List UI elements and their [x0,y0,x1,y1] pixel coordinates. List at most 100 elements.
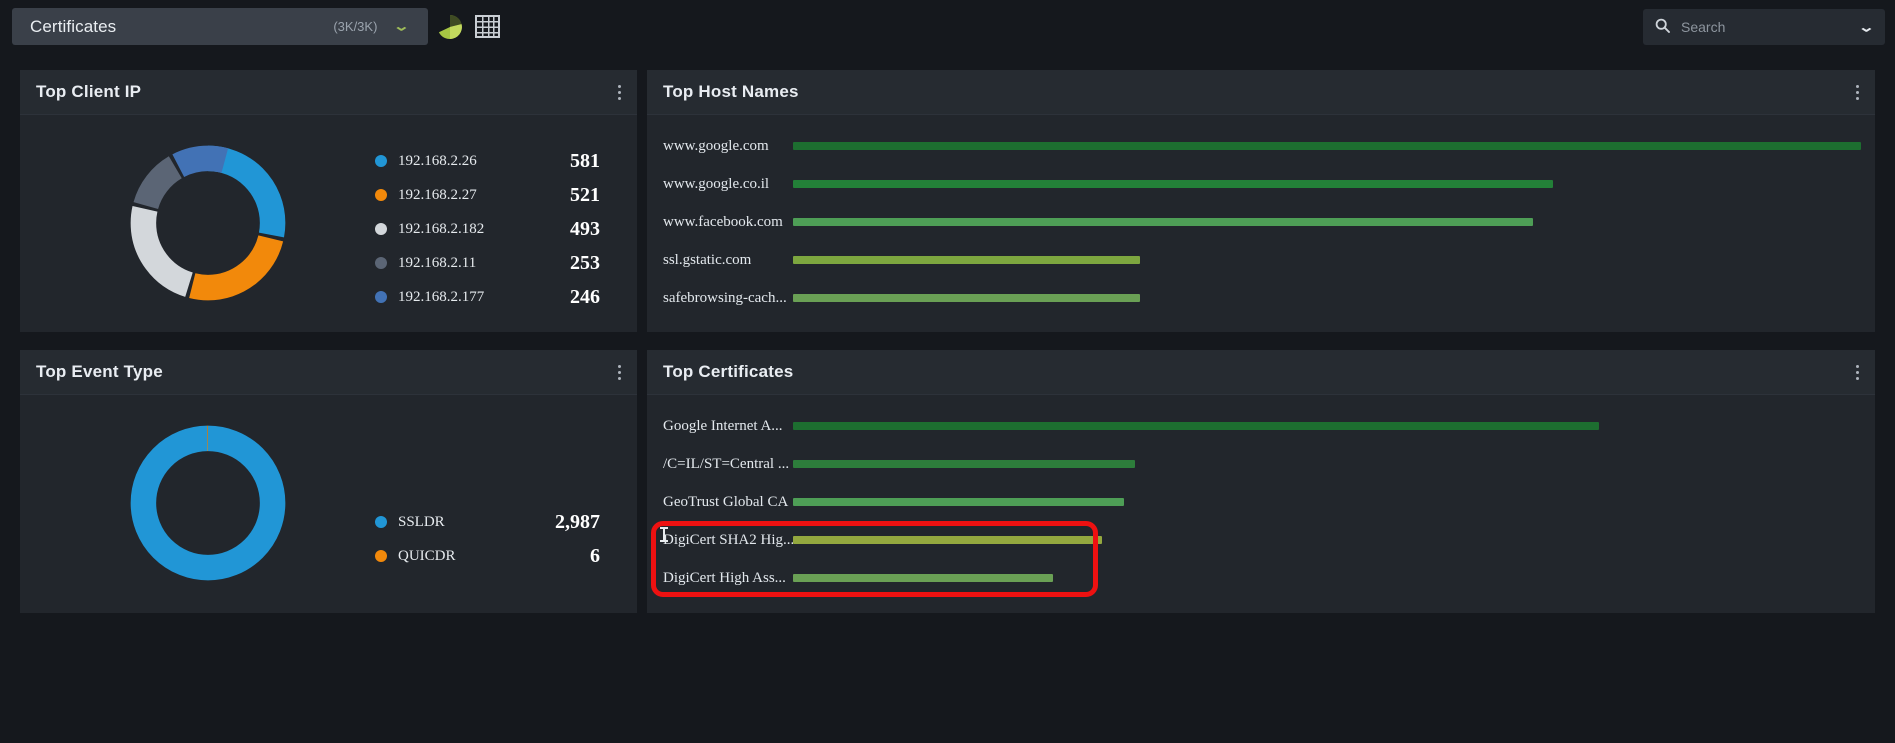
panel-title: Top Certificates [663,362,794,381]
table-row[interactable]: DigiCert SHA2 Hig... [663,521,1861,559]
kebab-menu-icon[interactable] [617,84,621,100]
bar-fill [793,294,1141,302]
table-row[interactable]: DigiCert High Ass... [663,559,1861,597]
list-item[interactable]: 192.168.2.177 246 [375,280,600,314]
panel-body: www.google.com www.google.co.il www.face… [647,115,1875,333]
chevron-down-icon[interactable]: ⌄ [1858,18,1875,36]
kebab-menu-icon[interactable] [1855,364,1859,380]
bar-track [793,483,1861,521]
bar-fill [793,256,1141,264]
bar-label: DigiCert SHA2 Hig... [663,531,793,548]
dataset-title: Certificates [30,16,117,36]
legend-label: 192.168.2.177 [398,288,485,305]
list-item[interactable]: 192.168.2.182 493 [375,212,600,246]
bar-fill [793,574,1053,582]
legend-label: 192.168.2.27 [398,186,477,203]
panel-title: Top Event Type [36,362,163,381]
legend-label: SSLDR [398,513,445,530]
list-item[interactable]: 192.168.2.26 581 [375,144,600,178]
search-input[interactable]: Search [1681,19,1725,35]
kebab-menu-icon[interactable] [1855,84,1859,100]
bar-fill [793,498,1125,506]
bar-label: /C=IL/ST=Central ... [663,455,790,472]
legend-color-dot [375,516,387,528]
panel-title: Top Host Names [663,82,799,101]
chevron-down-icon[interactable]: ⌄ [393,19,410,34]
legend-value: 493 [570,217,600,240]
bar-fill [793,142,1861,150]
bar-label: www.google.com [663,137,769,154]
bar-fill [793,180,1554,188]
legend-event-type: SSLDR 2,987 QUICDR 6 [375,505,600,573]
panel-body: SSLDR 2,987 QUICDR 6 [20,395,637,614]
legend-color-dot [375,189,387,201]
dataset-count: (3K/3K) [333,19,378,34]
panel-top-host-names: Top Host Names www.google.com www.google… [647,70,1875,332]
legend-value: 6 [590,544,600,567]
bar-fill [793,218,1534,226]
panel-top-client-ip: Top Client IP 192.168.2.26 581 192.168.2… [20,70,637,332]
table-row[interactable]: ssl.gstatic.com [663,241,1861,279]
panel-top-certificates: Top Certificates Google Internet A... /C… [647,350,1875,613]
donut-chart-event-type [130,425,286,581]
top-toolbar: Certificates (3K/3K) ⌄ Search ⌄ [0,0,1895,53]
bar-label: www.google.co.il [663,175,770,192]
legend-color-dot [375,223,387,235]
bar-track [793,445,1861,483]
bar-track [793,559,1861,597]
legend-value: 246 [570,285,600,308]
legend-label: QUICDR [398,547,456,564]
table-row[interactable]: www.google.co.il [663,165,1861,203]
kebab-menu-icon[interactable] [617,364,621,380]
legend-label: 192.168.2.26 [398,152,477,169]
legend-value: 581 [570,149,600,172]
search-icon [1655,18,1670,36]
bar-track [793,279,1861,317]
legend-value: 521 [570,183,600,206]
bar-label: ssl.gstatic.com [663,251,752,268]
panel-header: Top Certificates [647,350,1875,395]
list-item[interactable]: QUICDR 6 [375,539,600,573]
legend-value: 2,987 [555,510,600,533]
table-row[interactable]: GeoTrust Global CA [663,483,1861,521]
table-row[interactable]: Google Internet A... [663,407,1861,445]
bar-track [793,521,1861,559]
legend-color-dot [375,291,387,303]
bar-label: DigiCert High Ass... [663,569,786,586]
panel-body: 192.168.2.26 581 192.168.2.27 521 192.16… [20,115,637,333]
bar-track [793,203,1861,241]
legend-client-ip: 192.168.2.26 581 192.168.2.27 521 192.16… [375,144,600,314]
bar-track [793,127,1861,165]
legend-color-dot [375,155,387,167]
bar-fill [793,422,1600,430]
bar-fill [793,536,1102,544]
bar-track [793,241,1861,279]
list-item[interactable]: 192.168.2.11 253 [375,246,600,280]
legend-value: 253 [570,251,600,274]
text-cursor [660,527,668,542]
table-row[interactable]: www.facebook.com [663,203,1861,241]
panel-body: Google Internet A... /C=IL/ST=Central ..… [647,395,1875,614]
panel-header: Top Host Names [647,70,1875,115]
table-view-icon[interactable] [475,15,500,39]
legend-label: 192.168.2.11 [398,254,477,271]
table-row[interactable]: safebrowsing-cach... [663,279,1861,317]
legend-label: 192.168.2.182 [398,220,485,237]
table-row[interactable]: www.google.com [663,127,1861,165]
bar-label: safebrowsing-cach... [663,289,787,306]
legend-color-dot [375,257,387,269]
panel-title: Top Client IP [36,82,142,101]
dataset-selector[interactable]: Certificates (3K/3K) ⌄ [12,8,428,45]
bar-track [793,165,1861,203]
list-item[interactable]: 192.168.2.27 521 [375,178,600,212]
list-item[interactable]: SSLDR 2,987 [375,505,600,539]
table-row[interactable]: /C=IL/ST=Central ... [663,445,1861,483]
bar-label: Google Internet A... [663,417,783,434]
donut-chart-client-ip [130,145,286,301]
pie-chart-icon[interactable] [437,14,463,40]
panel-header: Top Client IP [20,70,637,115]
search-box[interactable]: Search ⌄ [1643,9,1885,45]
bar-label: GeoTrust Global CA [663,493,789,510]
bar-track [793,407,1861,445]
panel-gutter [637,53,647,743]
